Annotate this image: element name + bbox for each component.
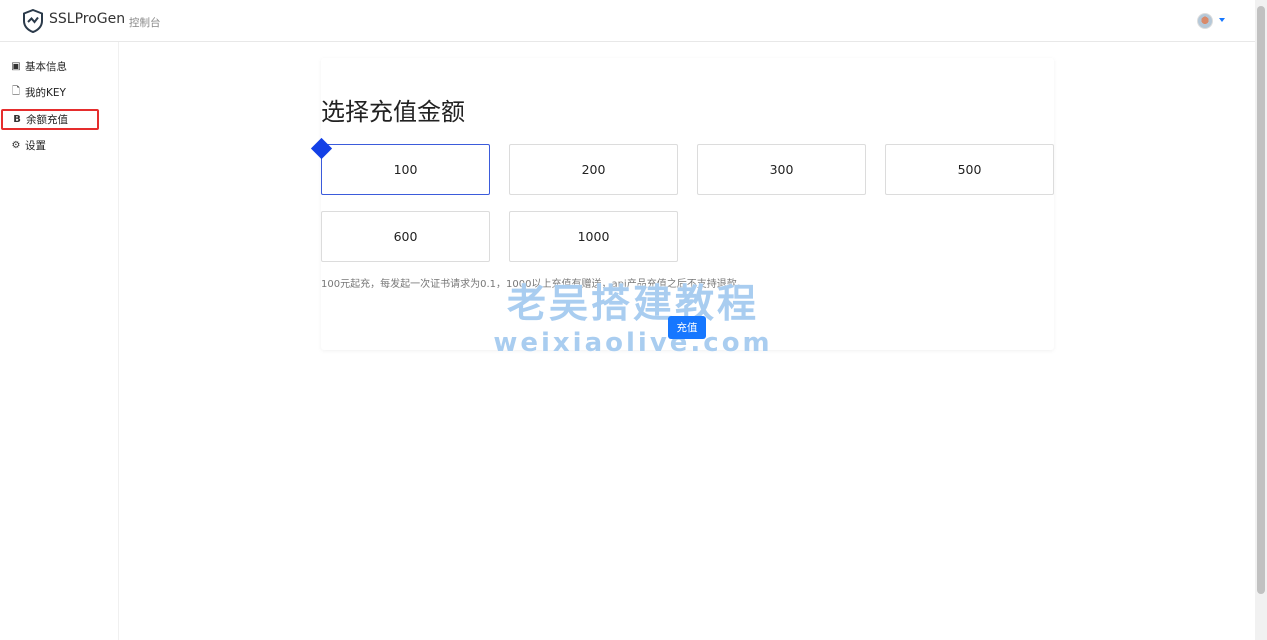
sidebar-item-my-key[interactable]: 🗋 我的KEY	[10, 83, 66, 101]
bitcoin-icon: B	[13, 114, 21, 125]
recharge-button[interactable]: 充值	[668, 316, 706, 339]
gear-icon: ⚙	[11, 139, 21, 151]
user-avatar[interactable]	[1197, 13, 1213, 29]
brand-name[interactable]: SSLProGen	[49, 11, 125, 27]
sidebar-item-label: 余额充值	[26, 114, 68, 126]
chevron-down-icon[interactable]	[1219, 18, 1225, 22]
sidebar-item-label: 基本信息	[25, 60, 67, 73]
page-title: 选择充值金额	[321, 98, 465, 126]
watermark-title: 老吴搭建教程	[506, 282, 759, 327]
amount-option-300[interactable]: 300	[697, 144, 866, 195]
sidebar-item-settings[interactable]: ⚙ 设置	[10, 136, 46, 154]
sidebar-item-label: 设置	[25, 139, 46, 152]
page-scrollbar[interactable]	[1255, 0, 1267, 640]
top-navbar: SSLProGen 控制台	[0, 0, 1255, 42]
shield-logo-icon[interactable]	[22, 9, 44, 33]
amount-option-1000[interactable]: 1000	[509, 211, 678, 262]
sidebar	[0, 42, 119, 640]
sidebar-item-recharge[interactable]: B 余额充值	[1, 109, 99, 130]
id-card-icon: ▣	[11, 60, 21, 72]
amount-option-100[interactable]: 100	[321, 144, 490, 195]
file-icon: 🗋	[11, 85, 21, 97]
watermark: 老吴搭建教程 weixiaolive.com	[483, 282, 783, 358]
amount-option-500[interactable]: 500	[885, 144, 1054, 195]
sidebar-item-label: 我的KEY	[25, 86, 66, 99]
scrollbar-thumb[interactable]	[1257, 6, 1265, 594]
nav-console-link[interactable]: 控制台	[129, 15, 161, 30]
amount-option-600[interactable]: 600	[321, 211, 490, 262]
amount-option-200[interactable]: 200	[509, 144, 678, 195]
watermark-url: weixiaolive.com	[493, 328, 773, 358]
sidebar-item-basic-info[interactable]: ▣ 基本信息	[10, 57, 67, 75]
